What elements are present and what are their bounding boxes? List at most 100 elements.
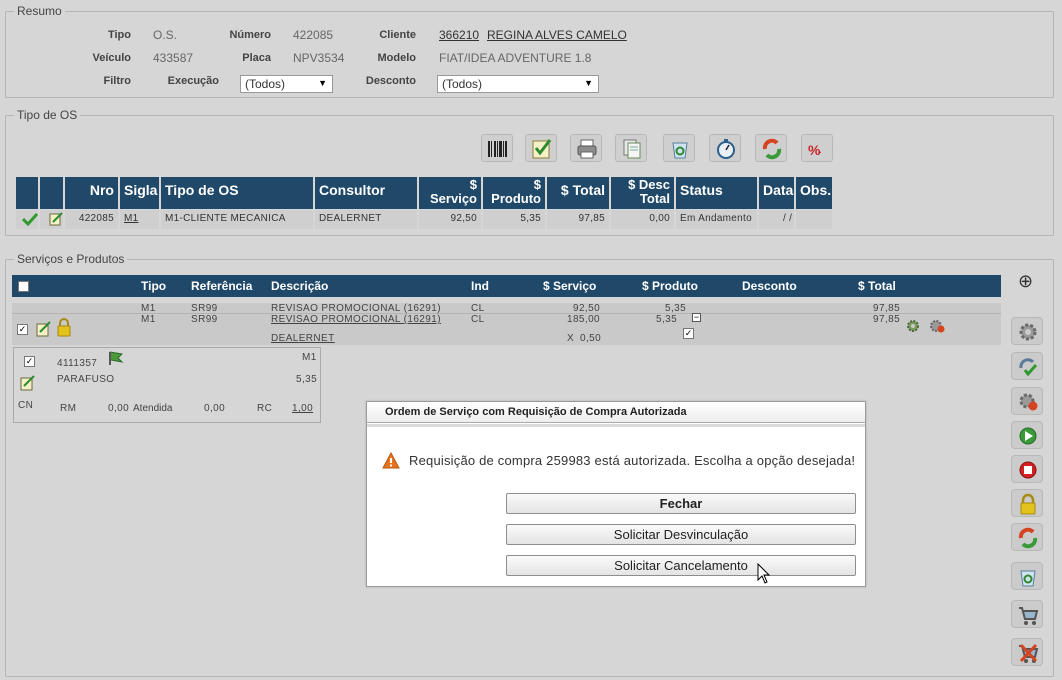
multiplier-value: 0,50 bbox=[580, 333, 602, 344]
desconto-select-value: (Todos) bbox=[442, 77, 483, 91]
barcode-icon bbox=[488, 141, 507, 157]
col-produto-header-line1: $ bbox=[533, 177, 541, 192]
col-desc-header-line2: Total bbox=[639, 191, 670, 206]
table-row-desc-link[interactable]: REVISAO PROMOCIONAL (16291) bbox=[271, 314, 441, 325]
row-obs bbox=[796, 210, 832, 229]
table-row-ref: SR99 bbox=[191, 303, 218, 314]
collapse-toggle[interactable]: − bbox=[692, 313, 701, 322]
row-select-checkbox[interactable]: ✓ bbox=[17, 324, 28, 335]
product-code: 4111357 bbox=[57, 358, 98, 369]
discount-button[interactable]: % - bbox=[801, 134, 833, 162]
side-refresh-button[interactable] bbox=[1011, 523, 1043, 551]
product-rm-label: RM bbox=[60, 403, 77, 414]
dialog-title-separator bbox=[367, 424, 865, 427]
gear-icon[interactable] bbox=[905, 318, 921, 334]
lock-icon[interactable] bbox=[56, 317, 72, 337]
green-check-icon bbox=[21, 212, 39, 227]
row-consultor: DEALERNET bbox=[315, 210, 419, 229]
desconto-select[interactable]: (Todos) ▼ bbox=[437, 75, 599, 93]
recycle-bin-icon bbox=[672, 142, 688, 159]
table-row-tipo: M1 bbox=[141, 303, 156, 314]
side-lock-button[interactable] bbox=[1011, 489, 1043, 517]
recycle-bin-icon bbox=[1020, 570, 1036, 587]
add-item-icon[interactable]: ⊕ bbox=[1018, 271, 1033, 292]
discount-icon: % - bbox=[808, 142, 821, 158]
request-cancel-button[interactable]: Solicitar Cancelamento bbox=[506, 555, 856, 576]
col-nro-header: Nro bbox=[65, 177, 120, 209]
gear-remove-icon bbox=[1019, 393, 1038, 411]
mouse-cursor-icon bbox=[757, 563, 771, 584]
cliente-name-link[interactable]: REGINA ALVES CAMELO bbox=[487, 28, 627, 42]
side-refresh-check-button[interactable] bbox=[1011, 352, 1043, 380]
documents-button[interactable] bbox=[615, 134, 647, 162]
tipo-label: Tipo bbox=[107, 29, 131, 41]
serv-col-referencia: Referência bbox=[191, 279, 253, 293]
side-cart-remove-button[interactable] bbox=[1011, 638, 1043, 666]
barcode-button[interactable] bbox=[481, 134, 513, 162]
row-edit-cell[interactable] bbox=[40, 210, 65, 229]
consultor-link[interactable]: DEALERNET bbox=[271, 333, 335, 344]
side-recycle-bin-button[interactable] bbox=[1011, 562, 1043, 590]
cliente-code-link[interactable]: 366210 bbox=[439, 28, 479, 42]
stopwatch-icon bbox=[717, 139, 735, 159]
warning-icon bbox=[382, 452, 400, 469]
col-servico-header-line2: Serviço bbox=[430, 191, 477, 206]
recycle-bin-button[interactable] bbox=[663, 134, 695, 162]
request-unlink-button[interactable]: Solicitar Desvinculação bbox=[506, 524, 856, 545]
stopwatch-button[interactable] bbox=[709, 134, 741, 162]
edit-note-icon[interactable] bbox=[20, 375, 36, 391]
servicos-row-block bbox=[12, 303, 1001, 345]
side-play-button[interactable] bbox=[1011, 421, 1043, 449]
side-gear-button[interactable] bbox=[1011, 317, 1043, 345]
side-stop-button[interactable] bbox=[1011, 455, 1043, 483]
product-atendida-label: Atendida bbox=[133, 403, 173, 414]
col-data-header: Data bbox=[759, 177, 796, 209]
execucao-select[interactable]: (Todos) ▼ bbox=[240, 75, 333, 93]
col-select-header bbox=[16, 177, 40, 209]
table-row-produto: 5,35 bbox=[665, 303, 687, 314]
row-confirm-cell[interactable] bbox=[16, 210, 40, 229]
cart-remove-icon bbox=[1019, 643, 1039, 663]
col-sigla-header: Sigla bbox=[120, 177, 161, 209]
close-button[interactable]: Fechar bbox=[506, 493, 856, 514]
gear-remove-icon[interactable] bbox=[928, 318, 946, 334]
refresh-button[interactable] bbox=[755, 134, 787, 162]
row-tipo: M1-CLIENTE MECANICA bbox=[161, 210, 315, 229]
row-checkbox[interactable]: ✓ bbox=[683, 328, 694, 339]
table-row-tipo: M1 bbox=[141, 314, 156, 325]
numero-value: 422085 bbox=[293, 28, 334, 42]
row-nro: 422085 bbox=[65, 210, 120, 229]
col-status-header: Status bbox=[676, 177, 759, 209]
side-cart-button[interactable] bbox=[1011, 600, 1043, 628]
table-row-total: 97,85 bbox=[873, 303, 901, 314]
edit-note-icon[interactable] bbox=[36, 321, 52, 337]
checklist-button[interactable] bbox=[525, 134, 557, 162]
modelo-value: FIAT/IDEA ADVENTURE 1.8 bbox=[439, 51, 592, 65]
dropdown-arrow-icon: ▼ bbox=[584, 78, 593, 88]
col-produto-header-line2: Produto bbox=[491, 191, 541, 206]
side-gear-remove-button[interactable] bbox=[1011, 387, 1043, 415]
table-row-total: 97,85 bbox=[873, 314, 901, 325]
product-name: PARAFUSO bbox=[57, 374, 115, 385]
table-row-ind: CL bbox=[471, 303, 485, 314]
modelo-label: Modelo bbox=[377, 52, 417, 64]
stop-icon bbox=[1019, 461, 1037, 479]
product-cn: CN bbox=[18, 400, 34, 411]
row-desc-total: 0,00 bbox=[611, 210, 676, 229]
veiculo-value: 433587 bbox=[153, 51, 194, 65]
table-row-produto: 5,35 bbox=[656, 314, 678, 325]
multiplier-label: X bbox=[567, 333, 575, 344]
flag-icon bbox=[109, 351, 124, 365]
col-consultor-header: Consultor bbox=[315, 177, 419, 209]
product-rc-link[interactable]: 1,00 bbox=[292, 403, 313, 414]
resumo-legend: Resumo bbox=[17, 4, 62, 18]
row-sigla-link[interactable]: M1 bbox=[120, 210, 161, 229]
page: Resumo Tipo O.S. Número 422085 Cliente 3… bbox=[0, 0, 1062, 680]
table-row-ind: CL bbox=[471, 314, 485, 325]
table-row-desc: REVISAO PROMOCIONAL (16291) bbox=[271, 303, 441, 314]
print-button[interactable] bbox=[570, 134, 602, 162]
select-all-checkbox[interactable] bbox=[18, 281, 29, 292]
col-servico-header-line1: $ bbox=[469, 177, 477, 192]
col-desc-header-line1: $ Desc bbox=[628, 177, 670, 192]
product-checkbox[interactable]: ✓ bbox=[24, 356, 35, 367]
